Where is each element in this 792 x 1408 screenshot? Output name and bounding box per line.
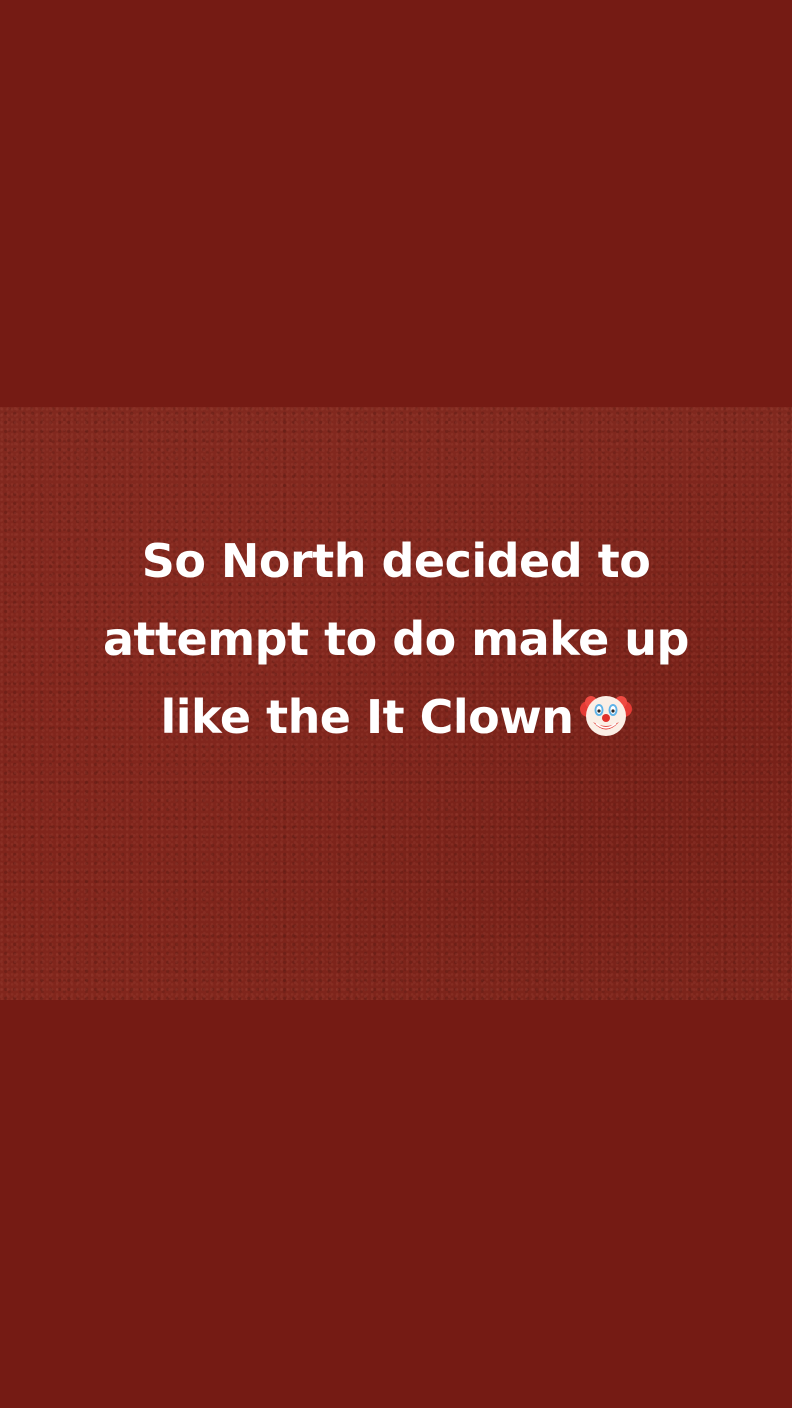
bottom-background-band xyxy=(0,1000,792,1408)
caption-line-2: attempt to do make up xyxy=(103,612,689,666)
clown-face-icon xyxy=(579,689,632,741)
caption-line-3: like the It Clown xyxy=(160,690,574,744)
story-frame: So North decided to attempt to do make u… xyxy=(0,0,792,1408)
caption-line-3-wrapper: like the It Clown xyxy=(40,678,752,756)
top-background-band xyxy=(0,0,792,407)
story-caption: So North decided to attempt to do make u… xyxy=(40,522,752,756)
caption-line-1: So North decided to xyxy=(141,534,651,588)
